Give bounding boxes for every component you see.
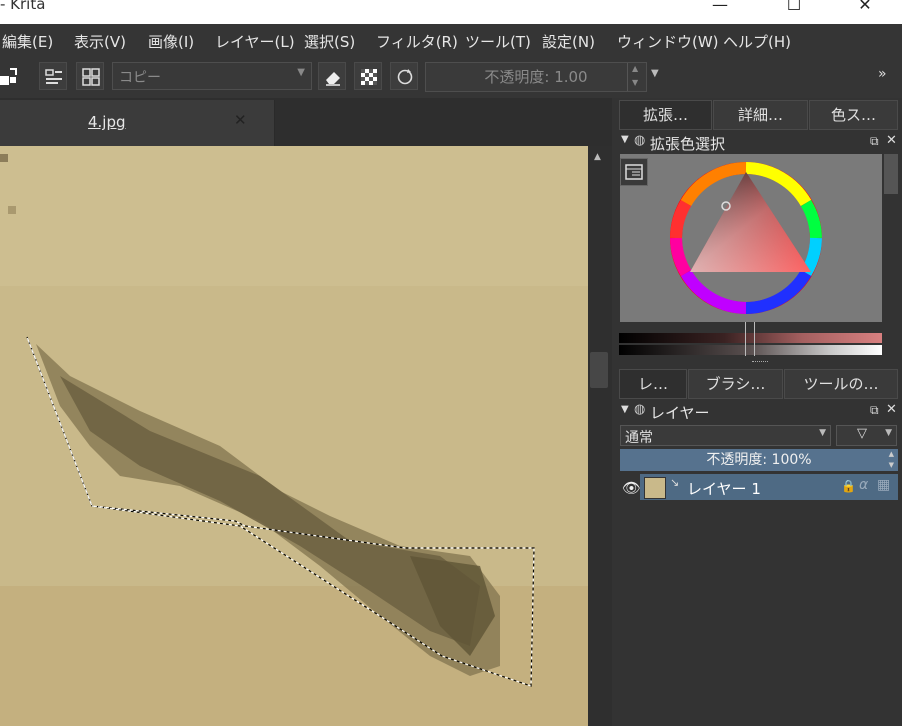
- menu-filter[interactable]: フィルタ(R): [376, 31, 458, 52]
- menu-tools[interactable]: ツール(T): [465, 31, 531, 52]
- window-title: - Krita: [0, 0, 46, 13]
- layer-opacity-value: 不透明度: 100%: [706, 452, 812, 468]
- layer-thumbnail: [644, 477, 666, 499]
- color-selector-panel[interactable]: [620, 154, 882, 322]
- scrollbar-thumb[interactable]: [590, 352, 608, 388]
- dock-tab-brushes[interactable]: ブラシ…: [688, 369, 783, 399]
- menu-settings[interactable]: 設定(N): [542, 31, 595, 52]
- dock-tab-color-space[interactable]: 色ス…: [809, 100, 898, 130]
- dock-tab-advanced-color[interactable]: 拡張…: [619, 100, 712, 130]
- toolbar: コピー ▼ 不透明度: 1.00 ▲ ▼ ▼ »: [0, 56, 902, 99]
- close-document-icon[interactable]: ✕: [234, 111, 247, 129]
- layer-blend-select[interactable]: 通常 ▼: [620, 425, 831, 446]
- close-layers-icon[interactable]: ✕: [886, 402, 897, 417]
- reload-preset-icon[interactable]: [390, 62, 418, 90]
- visibility-eye-icon[interactable]: 👁: [622, 479, 641, 497]
- opacity-value: 不透明度: 1.00: [484, 68, 588, 86]
- layer-blend-value: 通常: [625, 430, 653, 446]
- grid-options-icon[interactable]: [76, 62, 104, 90]
- close-panel-icon[interactable]: ✕: [886, 133, 897, 148]
- dock-tab-tool-options[interactable]: ツールの…: [784, 369, 898, 399]
- panel-splitter-handle[interactable]: [752, 361, 768, 364]
- spin-down-icon[interactable]: ▼: [889, 454, 894, 476]
- menu-bar: 編集(E) 表示(V) 画像(I) レイヤー(L) 選択(S) フィルタ(R) …: [0, 24, 902, 56]
- menu-window[interactable]: ウィンドウ(W): [617, 31, 719, 52]
- collapse-panel-icon[interactable]: ▼: [621, 134, 629, 145]
- menu-view[interactable]: 表示(V): [74, 31, 126, 52]
- maximize-button[interactable]: ☐: [774, 0, 814, 16]
- document-tab-label: 4.jpg: [88, 113, 126, 131]
- close-button[interactable]: ✕: [845, 0, 885, 16]
- transparency-icon[interactable]: [354, 62, 382, 90]
- menu-image[interactable]: 画像(I): [148, 31, 194, 52]
- lock-layers-icon[interactable]: ◍: [634, 402, 645, 417]
- color-settings-button[interactable]: [620, 158, 648, 186]
- swap-colors-icon[interactable]: [0, 62, 22, 90]
- layer-lock-icon[interactable]: 🔒: [841, 479, 856, 493]
- dock-tab-details[interactable]: 詳細…: [713, 100, 808, 130]
- opacity-slider[interactable]: 不透明度: 1.00 ▲ ▼: [425, 62, 647, 92]
- layers-panel-title: レイヤー: [650, 404, 710, 422]
- document-tab[interactable]: 4.jpg ✕: [0, 100, 275, 146]
- title-bar: - Krita — ☐ ✕: [0, 0, 902, 24]
- layer-opacity-slider[interactable]: 不透明度: 100% ▲ ▼: [620, 449, 898, 471]
- blend-mode-value: コピー: [119, 70, 161, 86]
- lock-panel-icon[interactable]: ◍: [634, 133, 645, 148]
- scroll-up-icon[interactable]: ▲: [594, 152, 601, 162]
- canvas-image: [0, 146, 588, 726]
- layer-type-icon: ↘: [670, 476, 680, 489]
- float-layers-icon[interactable]: ⧉: [870, 403, 879, 418]
- collapse-layers-icon[interactable]: ▼: [621, 404, 629, 415]
- chevron-down-icon: ▼: [297, 67, 305, 78]
- layer-row[interactable]: ↘ レイヤー 1 🔒 α ▦: [640, 474, 898, 500]
- float-panel-icon[interactable]: ⧉: [870, 134, 879, 149]
- opacity-spin-buttons[interactable]: ▲ ▼: [627, 63, 644, 91]
- canvas-vertical-scrollbar[interactable]: ▲: [588, 146, 612, 726]
- settings-list-icon: [625, 164, 643, 180]
- dock-tab-layers[interactable]: レ…: [619, 369, 687, 399]
- menu-help[interactable]: ヘルプ(H): [723, 31, 791, 52]
- blend-mode-select[interactable]: コピー ▼: [112, 62, 312, 90]
- shade-indicator: [745, 322, 755, 356]
- spin-down-icon[interactable]: ▼: [632, 69, 638, 97]
- opacity-menu-chevron-icon[interactable]: ▼: [651, 68, 659, 79]
- toolbar-overflow-button[interactable]: »: [878, 66, 887, 82]
- layer-name[interactable]: レイヤー 1: [687, 478, 761, 499]
- menu-select[interactable]: 選択(S): [304, 31, 355, 52]
- inherit-alpha-icon[interactable]: ▦: [877, 477, 890, 493]
- alpha-lock-icon[interactable]: α: [859, 477, 868, 493]
- color-panel-scrollbar[interactable]: [884, 154, 898, 194]
- menu-edit[interactable]: 編集(E): [2, 31, 53, 52]
- color-wheel[interactable]: [620, 154, 882, 322]
- image-canvas[interactable]: [0, 146, 588, 726]
- filter-icon: ▽: [857, 426, 867, 441]
- chevron-down-icon: ▼: [819, 428, 826, 438]
- layer-list-icon[interactable]: [39, 62, 67, 90]
- menu-layer[interactable]: レイヤー(L): [215, 31, 295, 52]
- eraser-icon[interactable]: [318, 62, 346, 90]
- color-panel-title: 拡張色選択: [650, 135, 726, 153]
- chevron-down-icon: ▼: [885, 428, 892, 438]
- minimize-button[interactable]: —: [700, 0, 740, 16]
